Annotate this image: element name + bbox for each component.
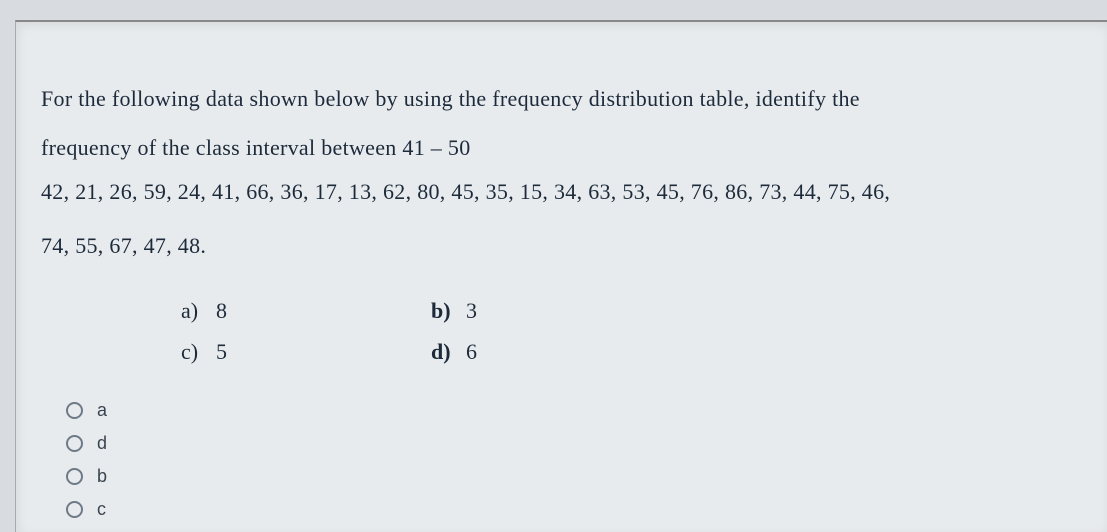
answer-b-label: b)	[431, 298, 466, 324]
answer-d-value: 6	[466, 339, 477, 365]
radio-options-list: a d b c	[16, 400, 1107, 520]
answer-a-label: a)	[181, 298, 216, 324]
answer-a-value: 8	[216, 298, 227, 324]
radio-option-b[interactable]: b	[66, 466, 1107, 487]
answer-b-value: 3	[466, 298, 477, 324]
radio-circle-icon	[66, 501, 83, 518]
radio-circle-icon	[66, 435, 83, 452]
answers-grid: a) 8 b) 3 c) 5 d) 6	[16, 298, 1107, 365]
radio-option-d[interactable]: d	[66, 433, 1107, 454]
radio-option-c[interactable]: c	[66, 499, 1107, 520]
answer-c: c) 5	[181, 339, 431, 365]
radio-circle-icon	[66, 468, 83, 485]
radio-option-a[interactable]: a	[66, 400, 1107, 421]
radio-label-c: c	[97, 499, 106, 520]
radio-circle-icon	[66, 402, 83, 419]
question-data-line-1: 42, 21, 26, 59, 24, 41, 66, 36, 17, 13, …	[41, 170, 1082, 214]
question-data-line-2: 74, 55, 67, 47, 48.	[41, 224, 1082, 268]
radio-label-d: d	[97, 433, 107, 454]
answer-a: a) 8	[181, 298, 431, 324]
radio-label-a: a	[97, 400, 107, 421]
question-paper: For the following data shown below by us…	[15, 20, 1107, 532]
radio-label-b: b	[97, 466, 107, 487]
answer-c-value: 5	[216, 339, 227, 365]
answer-d: d) 6	[431, 339, 681, 365]
question-line-1: For the following data shown below by us…	[41, 77, 1082, 121]
question-line-2: frequency of the class interval between …	[41, 126, 1082, 170]
answer-d-label: d)	[431, 339, 466, 365]
answer-b: b) 3	[431, 298, 681, 324]
answer-c-label: c)	[181, 339, 216, 365]
question-block: For the following data shown below by us…	[16, 77, 1107, 268]
